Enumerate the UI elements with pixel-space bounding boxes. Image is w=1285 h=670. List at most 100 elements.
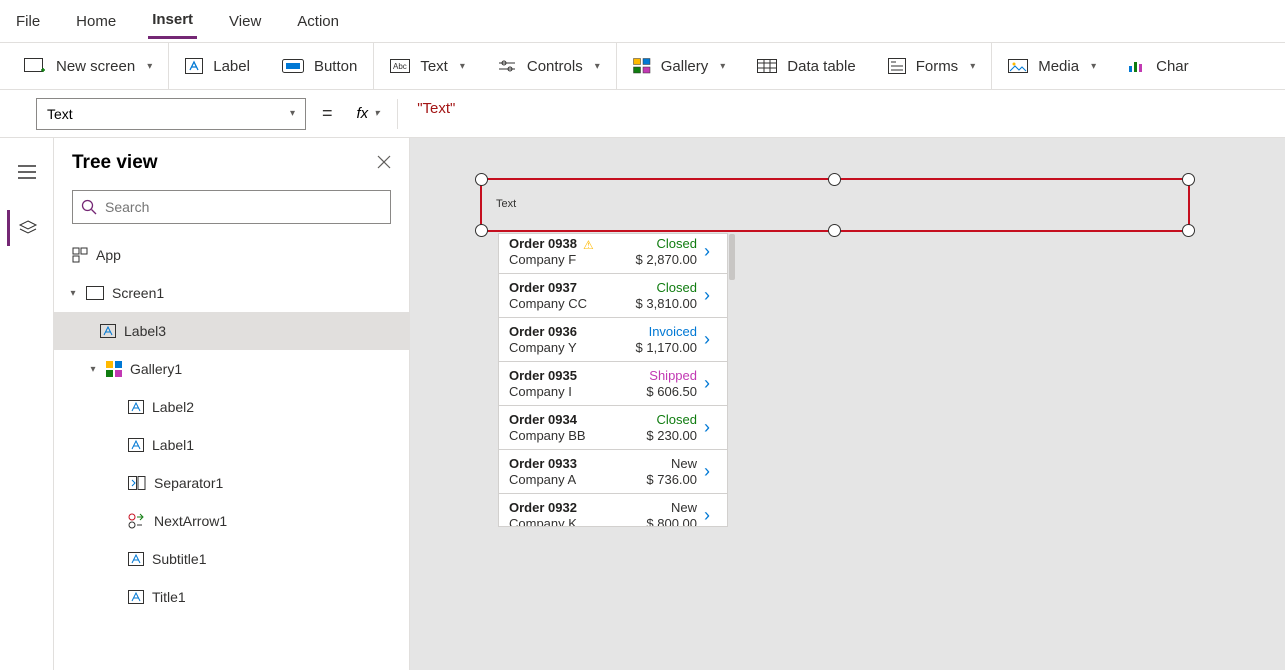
ribbon-newscreen[interactable]: New screen ▾	[8, 43, 168, 89]
chevron-right-icon[interactable]: ›	[697, 505, 717, 526]
tree: App ▾ Screen1 Label3 ▾ Gallery1 Label2	[54, 236, 409, 616]
label-icon	[128, 400, 144, 414]
tree-subtitle1-label: Subtitle1	[152, 551, 206, 567]
order-company: Company BB	[509, 428, 646, 443]
ribbon-charts[interactable]: Char	[1112, 43, 1205, 89]
caret-icon: ▾	[88, 364, 98, 375]
ribbon-forms-label: Forms	[916, 58, 959, 75]
canvas[interactable]: Text Order 0938Closed›Company F$ 2,870.0…	[410, 138, 1285, 670]
fx-button[interactable]: fx ▾	[349, 105, 388, 122]
resize-handle[interactable]	[1182, 173, 1195, 186]
chevron-down-icon: ▾	[1091, 61, 1096, 72]
order-id: Order 0933	[509, 456, 646, 471]
chevron-down-icon: ▾	[147, 61, 152, 72]
tree-separator1[interactable]: Separator1	[54, 464, 409, 502]
resize-handle[interactable]	[475, 224, 488, 237]
close-button[interactable]	[377, 153, 391, 174]
ribbon-controls[interactable]: Controls ▾	[481, 43, 616, 89]
ribbon-label[interactable]: Label	[169, 43, 266, 89]
scrollbar[interactable]	[729, 234, 735, 280]
order-status: New	[646, 456, 697, 471]
ribbon-label-label: Label	[213, 58, 250, 75]
menu-action[interactable]: Action	[293, 5, 343, 38]
controls-icon	[497, 59, 517, 73]
order-status: Invoiced	[636, 324, 697, 339]
nextarrow-icon	[128, 513, 146, 529]
chevron-right-icon[interactable]: ›	[697, 461, 717, 482]
ribbon-media[interactable]: Media ▾	[992, 43, 1112, 89]
order-row[interactable]: Order 0937Closed›Company CC$ 3,810.00	[499, 274, 727, 318]
ribbon-gallery[interactable]: Gallery ▾	[617, 43, 742, 89]
chevron-right-icon[interactable]: ›	[697, 417, 717, 438]
order-row[interactable]: Order 0936Invoiced›Company Y$ 1,170.00	[499, 318, 727, 362]
selected-label-control[interactable]: Text	[480, 178, 1190, 232]
label-icon	[100, 324, 116, 338]
ribbon-datatable[interactable]: Data table	[741, 43, 871, 89]
tree-label1[interactable]: Label1	[54, 426, 409, 464]
close-icon	[377, 155, 391, 169]
label-control-text: Text	[496, 198, 516, 210]
order-company: Company Y	[509, 340, 636, 355]
tree-title1-label: Title1	[152, 589, 186, 605]
svg-text:Abc: Abc	[393, 62, 407, 71]
resize-handle[interactable]	[828, 224, 841, 237]
menu-view[interactable]: View	[225, 5, 265, 38]
menu-insert[interactable]: Insert	[148, 3, 197, 39]
chevron-right-icon[interactable]: ›	[697, 373, 717, 394]
menu-file[interactable]: File	[12, 5, 44, 38]
media-icon	[1008, 59, 1028, 73]
order-id: Order 0932	[509, 500, 646, 515]
button-icon	[282, 59, 304, 73]
order-row[interactable]: Order 0938Closed›Company F$ 2,870.00⚠	[499, 234, 727, 274]
new-screen-icon	[24, 58, 46, 74]
chevron-down-icon: ▾	[970, 61, 975, 72]
ribbon-gallery-label: Gallery	[661, 58, 709, 75]
tree-search-input[interactable]	[105, 199, 382, 215]
tree-label2-label: Label2	[152, 399, 194, 415]
order-row[interactable]: Order 0934Closed›Company BB$ 230.00	[499, 406, 727, 450]
chart-icon	[1128, 59, 1146, 73]
ribbon-controls-label: Controls	[527, 58, 583, 75]
search-icon	[81, 199, 97, 215]
chevron-right-icon[interactable]: ›	[697, 329, 717, 350]
formula-input[interactable]: "Text"	[408, 98, 1277, 130]
gallery-preview[interactable]: Order 0938Closed›Company F$ 2,870.00⚠Ord…	[498, 233, 728, 527]
chevron-right-icon[interactable]: ›	[697, 241, 717, 262]
order-amount: $ 1,170.00	[636, 340, 697, 355]
tree-subtitle1[interactable]: Subtitle1	[54, 540, 409, 578]
property-selector[interactable]: Text ▾	[36, 98, 306, 130]
chevron-right-icon[interactable]: ›	[697, 285, 717, 306]
tree-search[interactable]	[72, 190, 391, 224]
rail-treeview[interactable]	[7, 210, 47, 246]
tree-gallery1[interactable]: ▾ Gallery1	[54, 350, 409, 388]
tree-label3[interactable]: Label3	[54, 312, 409, 350]
order-amount: $ 2,870.00	[636, 252, 697, 267]
ribbon-button[interactable]: Button	[266, 43, 373, 89]
order-row[interactable]: Order 0933New›Company A$ 736.00	[499, 450, 727, 494]
order-row[interactable]: Order 0932New›Company K$ 800.00	[499, 494, 727, 526]
chevron-down-icon: ▾	[374, 108, 379, 119]
order-amount: $ 800.00	[646, 516, 697, 526]
tree-app[interactable]: App	[54, 236, 409, 274]
rail-hamburger[interactable]	[7, 154, 47, 190]
tree-title1[interactable]: Title1	[54, 578, 409, 616]
layers-icon	[18, 220, 38, 236]
ribbon-text[interactable]: Abc Text ▾	[374, 43, 481, 89]
formula-bar: Text ▾ = fx ▾ "Text"	[0, 90, 1285, 138]
hamburger-icon	[18, 165, 36, 179]
property-selector-value: Text	[47, 106, 73, 122]
tree-label2[interactable]: Label2	[54, 388, 409, 426]
tree-screen1[interactable]: ▾ Screen1	[54, 274, 409, 312]
tree-nextarrow1[interactable]: NextArrow1	[54, 502, 409, 540]
menu-home[interactable]: Home	[72, 5, 120, 38]
tree-label3-label: Label3	[124, 323, 166, 339]
order-row[interactable]: Order 0935Shipped›Company I$ 606.50	[499, 362, 727, 406]
tree-screen1-label: Screen1	[112, 285, 164, 301]
resize-handle[interactable]	[475, 173, 488, 186]
label-icon	[128, 438, 144, 452]
tree-app-label: App	[96, 247, 121, 263]
resize-handle[interactable]	[1182, 224, 1195, 237]
resize-handle[interactable]	[828, 173, 841, 186]
ribbon-forms[interactable]: Forms ▾	[872, 43, 992, 89]
chevron-down-icon: ▾	[460, 61, 465, 72]
